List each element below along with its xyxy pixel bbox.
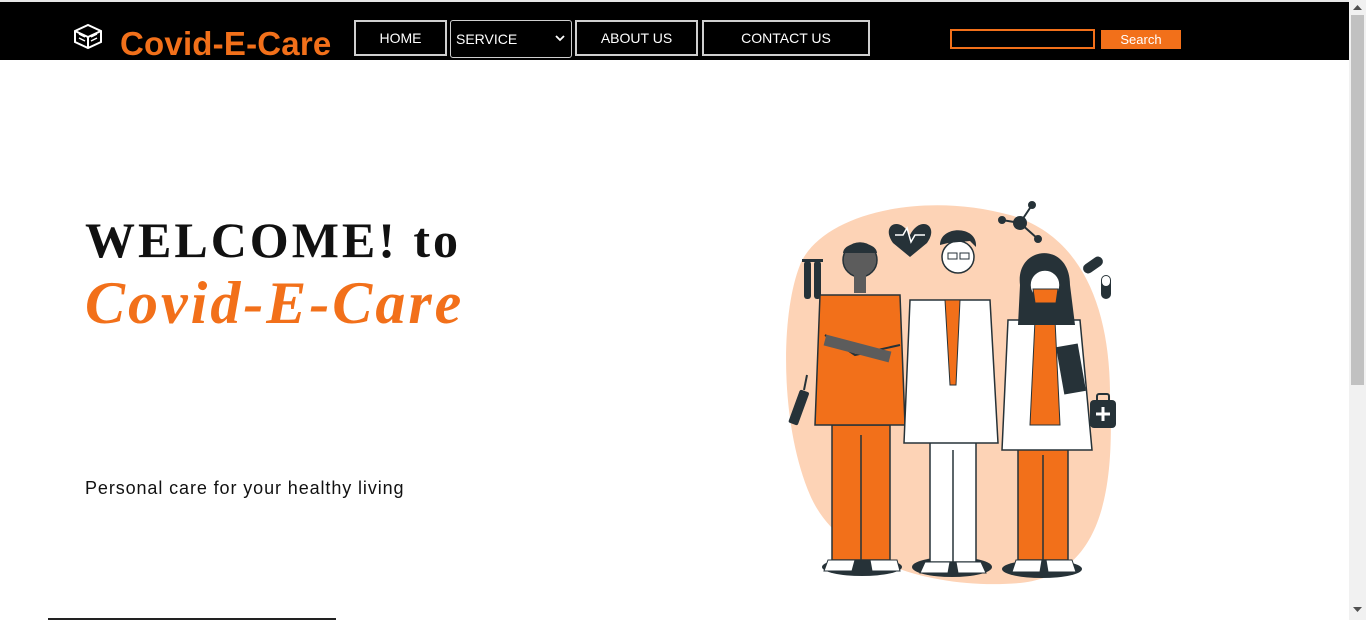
nav-home-button[interactable]: HOME	[354, 20, 447, 56]
search-input[interactable]	[950, 29, 1095, 49]
scrollbar-thumb[interactable]	[1351, 15, 1364, 385]
welcome-brand-heading: Covid-E-Care	[85, 270, 465, 336]
service-dropdown[interactable]: SERVICE	[450, 20, 572, 58]
top-navbar: Covid-E-Care HOME SERVICE ABOUT US CONTA…	[0, 0, 1349, 62]
search-button[interactable]: Search	[1101, 30, 1181, 49]
scroll-up-arrow-icon[interactable]	[1352, 3, 1363, 11]
nav-about-button[interactable]: ABOUT US	[575, 20, 698, 56]
nav-contact-button[interactable]: CONTACT US	[702, 20, 870, 56]
chevron-down-icon	[555, 35, 565, 42]
tagline-text: Personal care for your healthy living	[85, 478, 405, 498]
brand-logo-text[interactable]: Covid-E-Care	[120, 24, 331, 64]
box-icon	[74, 23, 102, 50]
service-dropdown-value: SERVICE	[456, 31, 518, 47]
welcome-heading: WELCOME! to	[85, 212, 462, 268]
medical-staff-illustration	[786, 201, 1116, 585]
scroll-down-arrow-icon[interactable]	[1352, 606, 1363, 614]
